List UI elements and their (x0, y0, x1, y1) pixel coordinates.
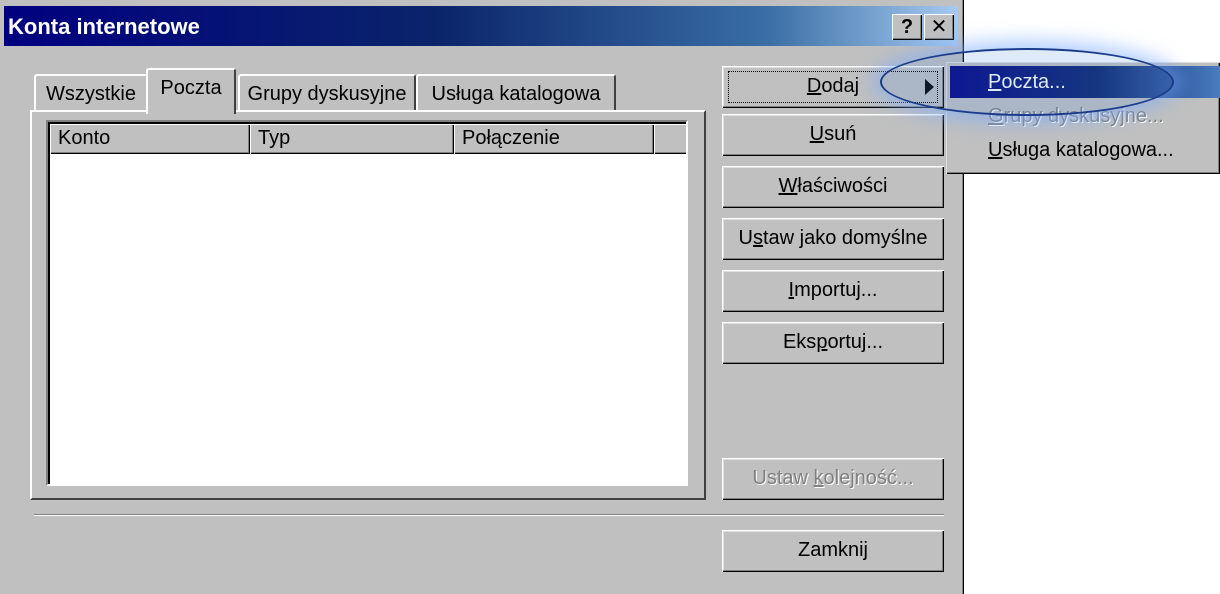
close-icon: ✕ (930, 16, 948, 38)
tab-directory-service[interactable]: Usługa katalogowa (416, 74, 616, 112)
title-bar[interactable]: Konta internetowe ? ✕ (4, 6, 958, 46)
tab-panel: Konto Typ Połączenie (30, 110, 706, 500)
set-order-button[interactable]: Ustaw kolejność... (722, 458, 944, 500)
accounts-dialog: Konta internetowe ? ✕ Wszystkie Poczta G… (0, 0, 964, 594)
tab-label: Usługa katalogowa (431, 83, 601, 105)
column-header-empty[interactable] (654, 124, 686, 154)
mnemonic: k (813, 467, 824, 489)
question-mark-icon: ? (900, 16, 914, 38)
add-submenu: Poczta... Grupy dyskusyjne... Usługa kat… (946, 62, 1220, 174)
mnemonic: p (816, 331, 828, 353)
mnemonic: U (988, 139, 1003, 161)
tab-mail[interactable]: Poczta (146, 68, 236, 114)
menu-item-newsgroups[interactable]: Grupy dyskusyjne... (950, 100, 1220, 132)
tab-label: Wszystkie (46, 83, 136, 105)
tab-label: Poczta (160, 77, 222, 99)
mnemonic: P (988, 71, 1002, 93)
help-button[interactable]: ? (892, 14, 922, 40)
list-header: Konto Typ Połączenie (50, 124, 686, 154)
mnemonic: W (778, 175, 798, 197)
mnemonic: G (988, 105, 1004, 127)
window-title: Konta internetowe (8, 14, 200, 39)
menu-item-directory-service[interactable]: Usługa katalogowa... (950, 134, 1220, 166)
accounts-list[interactable]: Konto Typ Połączenie (46, 120, 688, 486)
submenu-arrow-icon (925, 79, 934, 95)
import-button[interactable]: Importuj... (722, 270, 944, 312)
remove-button[interactable]: Usuń (722, 114, 944, 156)
properties-button[interactable]: Właściwości (722, 166, 944, 208)
mnemonic: D (806, 75, 822, 97)
mnemonic: s (752, 227, 763, 249)
tab-all[interactable]: Wszystkie (34, 74, 148, 112)
column-header-connection[interactable]: Połączenie (454, 124, 654, 154)
close-window-button[interactable]: ✕ (924, 14, 954, 40)
export-button[interactable]: Eksportuj... (722, 322, 944, 364)
mnemonic: U (809, 123, 825, 145)
column-header-type[interactable]: Typ (250, 124, 454, 154)
tab-newsgroups[interactable]: Grupy dyskusyjne (238, 74, 416, 112)
column-header-account[interactable]: Konto (50, 124, 250, 154)
tab-label: Grupy dyskusyjne (247, 83, 407, 105)
set-default-button[interactable]: Ustaw jako domyślne (722, 218, 944, 260)
close-button[interactable]: Zamknij (722, 530, 944, 572)
add-button[interactable]: Dodaj (722, 66, 944, 108)
menu-item-mail[interactable]: Poczta... (950, 66, 1220, 98)
separator (34, 514, 944, 516)
